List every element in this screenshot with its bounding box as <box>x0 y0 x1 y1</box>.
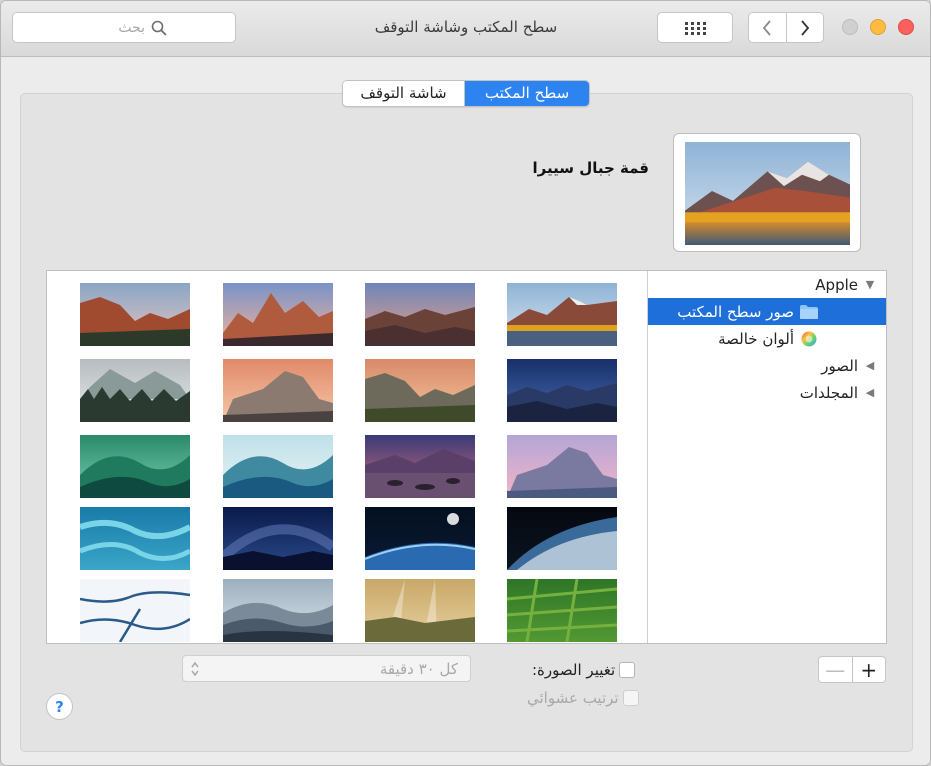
random-order-option: ترتيب عشوائي <box>527 689 639 707</box>
change-picture-option: تغيير الصورة: <box>532 661 636 679</box>
question-icon: ? <box>55 697 64 716</box>
remove-folder-button[interactable]: — <box>819 657 853 682</box>
color-wheel-icon <box>798 331 820 347</box>
wallpaper-thumbnail[interactable] <box>223 507 333 570</box>
wallpaper-thumbnail[interactable] <box>80 579 190 642</box>
disclosure-triangle-icon[interactable]: ◀ <box>862 386 878 399</box>
folder-icon <box>798 304 820 320</box>
sidebar-item-label: صور سطح المكتب <box>677 302 794 321</box>
zoom-button[interactable] <box>842 19 858 35</box>
disclosure-triangle-icon[interactable]: ▼ <box>862 278 878 291</box>
wallpaper-browser: ▼ Apple صور سطح المكتب ألوان خالصة ◀ الص… <box>46 270 887 644</box>
window-title: سطح المكتب وشاشة التوقف <box>374 18 558 36</box>
add-remove-folder: — + <box>818 656 886 683</box>
help-button[interactable]: ? <box>46 693 73 720</box>
wallpaper-thumbnail[interactable] <box>223 359 333 422</box>
interval-value: كل ٣٠ دقيقة <box>379 659 458 678</box>
wallpaper-thumbnail[interactable] <box>223 579 333 642</box>
wallpaper-thumbnail[interactable] <box>365 507 475 570</box>
sidebar-group-apple[interactable]: ▼ Apple <box>648 271 886 298</box>
wallpaper-thumbnail[interactable] <box>80 435 190 498</box>
minimize-button[interactable] <box>870 19 886 35</box>
chevron-right-icon <box>801 19 809 36</box>
wallpaper-thumbnail[interactable] <box>80 507 190 570</box>
change-picture-label: تغيير الصورة: <box>532 661 616 679</box>
wallpaper-thumbnail[interactable] <box>507 507 617 570</box>
tab-desktop[interactable]: سطح المكتب <box>465 81 589 106</box>
change-picture-checkbox[interactable] <box>619 662 636 678</box>
wallpaper-thumbnail[interactable] <box>365 359 475 422</box>
wallpaper-thumbnail[interactable] <box>365 283 475 346</box>
sidebar-item-label: ألوان خالصة <box>718 329 794 348</box>
source-list: ▼ Apple صور سطح المكتب ألوان خالصة ◀ الص… <box>647 271 886 643</box>
close-button[interactable] <box>898 19 914 35</box>
sidebar-group-photos[interactable]: ◀ الصور <box>648 352 886 379</box>
back-button[interactable] <box>749 13 786 42</box>
tab-bar: شاشة التوقف سطح المكتب <box>342 80 590 107</box>
change-interval-popup[interactable]: كل ٣٠ دقيقة <box>182 655 471 682</box>
wallpaper-thumbnail[interactable] <box>507 359 617 422</box>
wallpaper-thumbnail[interactable] <box>223 283 333 346</box>
title-bar: سطح المكتب وشاشة التوقف <box>1 1 930 57</box>
chevron-left-icon <box>763 19 771 36</box>
wallpaper-thumbnail[interactable] <box>365 435 475 498</box>
wallpaper-preview <box>673 133 861 252</box>
show-all-button[interactable] <box>657 12 733 43</box>
tab-screen-saver[interactable]: شاشة التوقف <box>343 81 465 106</box>
random-order-checkbox[interactable] <box>622 690 639 706</box>
search-input[interactable] <box>105 19 145 36</box>
popup-arrows-icon <box>183 661 207 677</box>
preferences-window: سطح المكتب وشاشة التوقف شاشة التوقف سطح … <box>0 0 931 766</box>
wallpaper-thumbnail[interactable] <box>365 579 475 642</box>
grid-icon <box>685 21 706 35</box>
navigation-buttons <box>748 12 824 43</box>
wallpaper-thumbnail[interactable] <box>507 435 617 498</box>
wallpaper-thumbnail[interactable] <box>80 359 190 422</box>
forward-button[interactable] <box>785 13 824 42</box>
sidebar-item-solid-colors[interactable]: ألوان خالصة <box>648 325 886 352</box>
wallpaper-name: قمة جبال سييرا <box>532 159 649 177</box>
sidebar-group-label: Apple <box>815 275 858 294</box>
preview-image <box>685 142 850 245</box>
sidebar-group-label: المجلدات <box>799 383 858 402</box>
wallpaper-grid <box>47 271 647 643</box>
wallpaper-thumbnail[interactable] <box>80 283 190 346</box>
add-folder-button[interactable]: + <box>853 657 886 682</box>
wallpaper-thumbnail[interactable] <box>507 579 617 642</box>
sidebar-group-folders[interactable]: ◀ المجلدات <box>648 379 886 406</box>
disclosure-triangle-icon[interactable]: ◀ <box>862 359 878 372</box>
sidebar-item-desktop-pictures[interactable]: صور سطح المكتب <box>648 298 886 325</box>
sidebar-group-label: الصور <box>821 356 858 375</box>
random-order-label: ترتيب عشوائي <box>527 689 619 707</box>
wallpaper-thumbnail[interactable] <box>507 283 617 346</box>
wallpaper-thumbnail[interactable] <box>223 435 333 498</box>
search-icon <box>151 20 167 36</box>
search-field[interactable] <box>12 12 236 43</box>
